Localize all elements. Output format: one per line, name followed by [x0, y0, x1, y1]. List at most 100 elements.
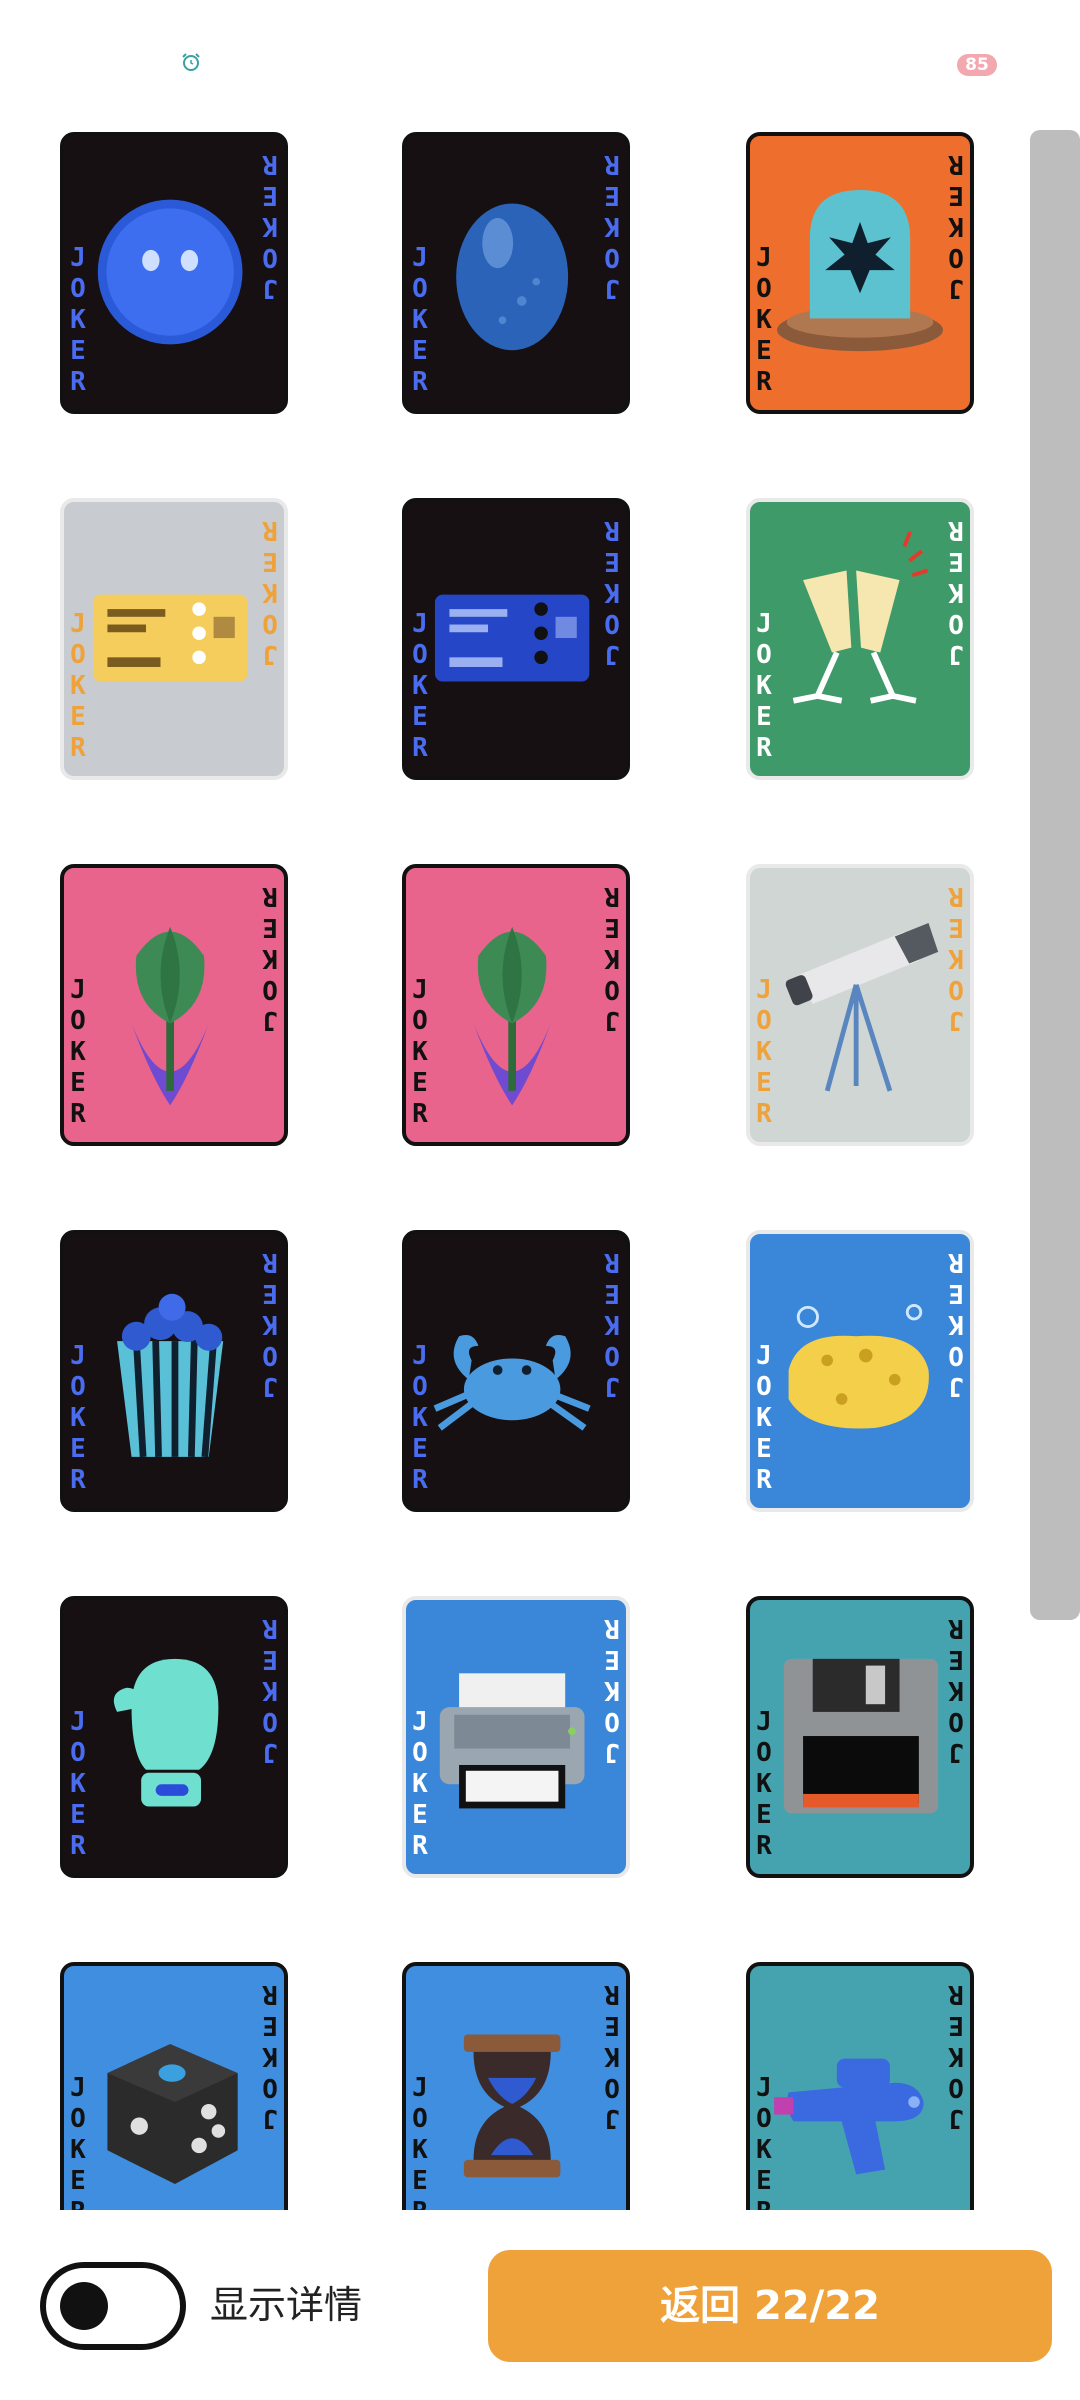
- card-label-letter: O: [756, 274, 772, 304]
- card-label-letter: E: [604, 912, 620, 942]
- telescope-card[interactable]: JOKERJOKER: [746, 864, 974, 1146]
- card-label-letter: K: [948, 211, 964, 241]
- card-label-letter: J: [604, 2103, 620, 2133]
- card-label-letter: R: [948, 881, 964, 911]
- card-label-letter: J: [604, 639, 620, 669]
- details-toggle[interactable]: [40, 2262, 186, 2350]
- card-label-right: JOKER: [259, 148, 281, 303]
- card-label-letter: R: [604, 515, 620, 545]
- card-label-letter: K: [756, 1403, 772, 1433]
- popcorn-icon: [117, 1293, 224, 1458]
- card-label-letter: K: [70, 1769, 86, 1799]
- card-label-left: JOKER: [67, 1341, 89, 1496]
- siren-card[interactable]: JOKERJOKER: [746, 132, 974, 414]
- card-label-letter: O: [70, 274, 86, 304]
- card-label-right: JOKER: [945, 1978, 967, 2133]
- boxing-glove-icon: [113, 1658, 219, 1807]
- card-label-letter: R: [70, 1831, 86, 1861]
- card-label-letter: E: [262, 1644, 278, 1674]
- card-label-letter: O: [412, 2104, 428, 2134]
- card-label-letter: O: [756, 1372, 772, 1402]
- card-label-letter: E: [262, 2010, 278, 2040]
- card-label-letter: O: [412, 1372, 428, 1402]
- card-label-letter: O: [70, 1738, 86, 1768]
- popcorn-card[interactable]: JOKER JOKER: [60, 1230, 288, 1512]
- card-label-letter: J: [70, 1707, 86, 1737]
- card-label-letter: K: [262, 943, 278, 973]
- card-label-letter: R: [412, 733, 428, 763]
- card-label-right: JOKER: [945, 148, 967, 303]
- water-gun-card[interactable]: JOKER JOKER: [746, 1962, 974, 2210]
- card-label-letter: J: [756, 1707, 772, 1737]
- card-label-right: JOKER: [945, 1246, 967, 1401]
- champagne-card[interactable]: JOKER JOKER: [746, 498, 974, 780]
- printer-card[interactable]: JOKERJOKER: [402, 1596, 630, 1878]
- card-label-letter: E: [948, 1278, 964, 1308]
- blue-blob-card[interactable]: JOKERJOKER: [60, 132, 288, 414]
- card-label-letter: E: [948, 1644, 964, 1674]
- card-label-letter: E: [70, 702, 86, 732]
- card-label-letter: R: [604, 881, 620, 911]
- hourglass-card[interactable]: JOKERJOKER: [402, 1962, 630, 2210]
- card-label-left: JOKER: [753, 2073, 775, 2210]
- card-label-letter: K: [70, 305, 86, 335]
- card-label-letter: J: [262, 1737, 278, 1767]
- gold-ticket-card[interactable]: JOKERJOKER: [60, 498, 288, 780]
- card-label-letter: E: [604, 2010, 620, 2040]
- floppy-disk-card[interactable]: JOKERJOKER: [746, 1596, 974, 1878]
- card-label-letter: J: [262, 639, 278, 669]
- card-label-letter: K: [756, 1037, 772, 1067]
- scrollbar-thumb[interactable]: [1030, 130, 1080, 1620]
- card-label-letter: E: [412, 2166, 428, 2196]
- toggle-knob: [60, 2282, 108, 2330]
- card-label-right: JOKER: [945, 514, 967, 669]
- tulip-card-1[interactable]: JOKERJOKER: [60, 864, 288, 1146]
- card-label-left: JOKER: [409, 1341, 431, 1496]
- card-label-left: JOKER: [753, 609, 775, 764]
- boxing-glove-card[interactable]: JOKERJOKER: [60, 1596, 288, 1878]
- card-label-letter: R: [756, 1831, 772, 1861]
- card-label-right: JOKER: [259, 1246, 281, 1401]
- card-label-letter: J: [604, 273, 620, 303]
- card-label-letter: J: [948, 639, 964, 669]
- card-label-letter: R: [262, 1613, 278, 1643]
- card-label-letter: K: [70, 671, 86, 701]
- card-label-left: JOKER: [67, 2073, 89, 2210]
- card-label-right: JOKER: [601, 148, 623, 303]
- card-label-letter: E: [412, 1800, 428, 1830]
- card-label-left: JOKER: [409, 975, 431, 1130]
- return-button[interactable]: 返回 22/22: [488, 2250, 1052, 2362]
- card-label-letter: J: [756, 2073, 772, 2103]
- card-label-left: JOKER: [753, 1341, 775, 1496]
- card-label-letter: K: [948, 1309, 964, 1339]
- card-label-letter: K: [70, 1403, 86, 1433]
- card-label-letter: J: [262, 1371, 278, 1401]
- card-label-letter: O: [262, 974, 278, 1004]
- blue-ticket-card[interactable]: JOKERJOKER: [402, 498, 630, 780]
- card-label-letter: K: [948, 2041, 964, 2071]
- card-label-letter: K: [412, 1403, 428, 1433]
- tulip-card-2[interactable]: JOKERJOKER: [402, 864, 630, 1146]
- card-label-letter: J: [948, 2103, 964, 2133]
- card-label-letter: E: [262, 1278, 278, 1308]
- card-label-letter: J: [262, 1005, 278, 1035]
- card-label-right: JOKER: [601, 1246, 623, 1401]
- blue-egg-card[interactable]: JOKERJOKER: [402, 132, 630, 414]
- sponge-card[interactable]: JOKER JOKER: [746, 1230, 974, 1512]
- dice-card[interactable]: JOKERJOKER: [60, 1962, 288, 2210]
- card-label-letter: R: [412, 2197, 428, 2210]
- card-label-letter: J: [412, 1341, 428, 1371]
- card-grid[interactable]: JOKERJOKERJOKERJOKERJOKERJOKERJOKERJOKER…: [0, 120, 1080, 2210]
- blue-blob-icon: [97, 199, 243, 345]
- card-label-letter: R: [756, 367, 772, 397]
- card-label-letter: E: [262, 912, 278, 942]
- card-label-letter: K: [70, 2135, 86, 2165]
- card-label-letter: E: [604, 1644, 620, 1674]
- blue-ticket-icon: [434, 594, 590, 682]
- card-label-letter: O: [756, 1006, 772, 1036]
- card-label-letter: O: [604, 974, 620, 1004]
- crab-card[interactable]: JOKER JOKER: [402, 1230, 630, 1512]
- card-label-letter: K: [262, 211, 278, 241]
- card-label-left: JOKER: [67, 1707, 89, 1862]
- card-label-letter: E: [412, 1068, 428, 1098]
